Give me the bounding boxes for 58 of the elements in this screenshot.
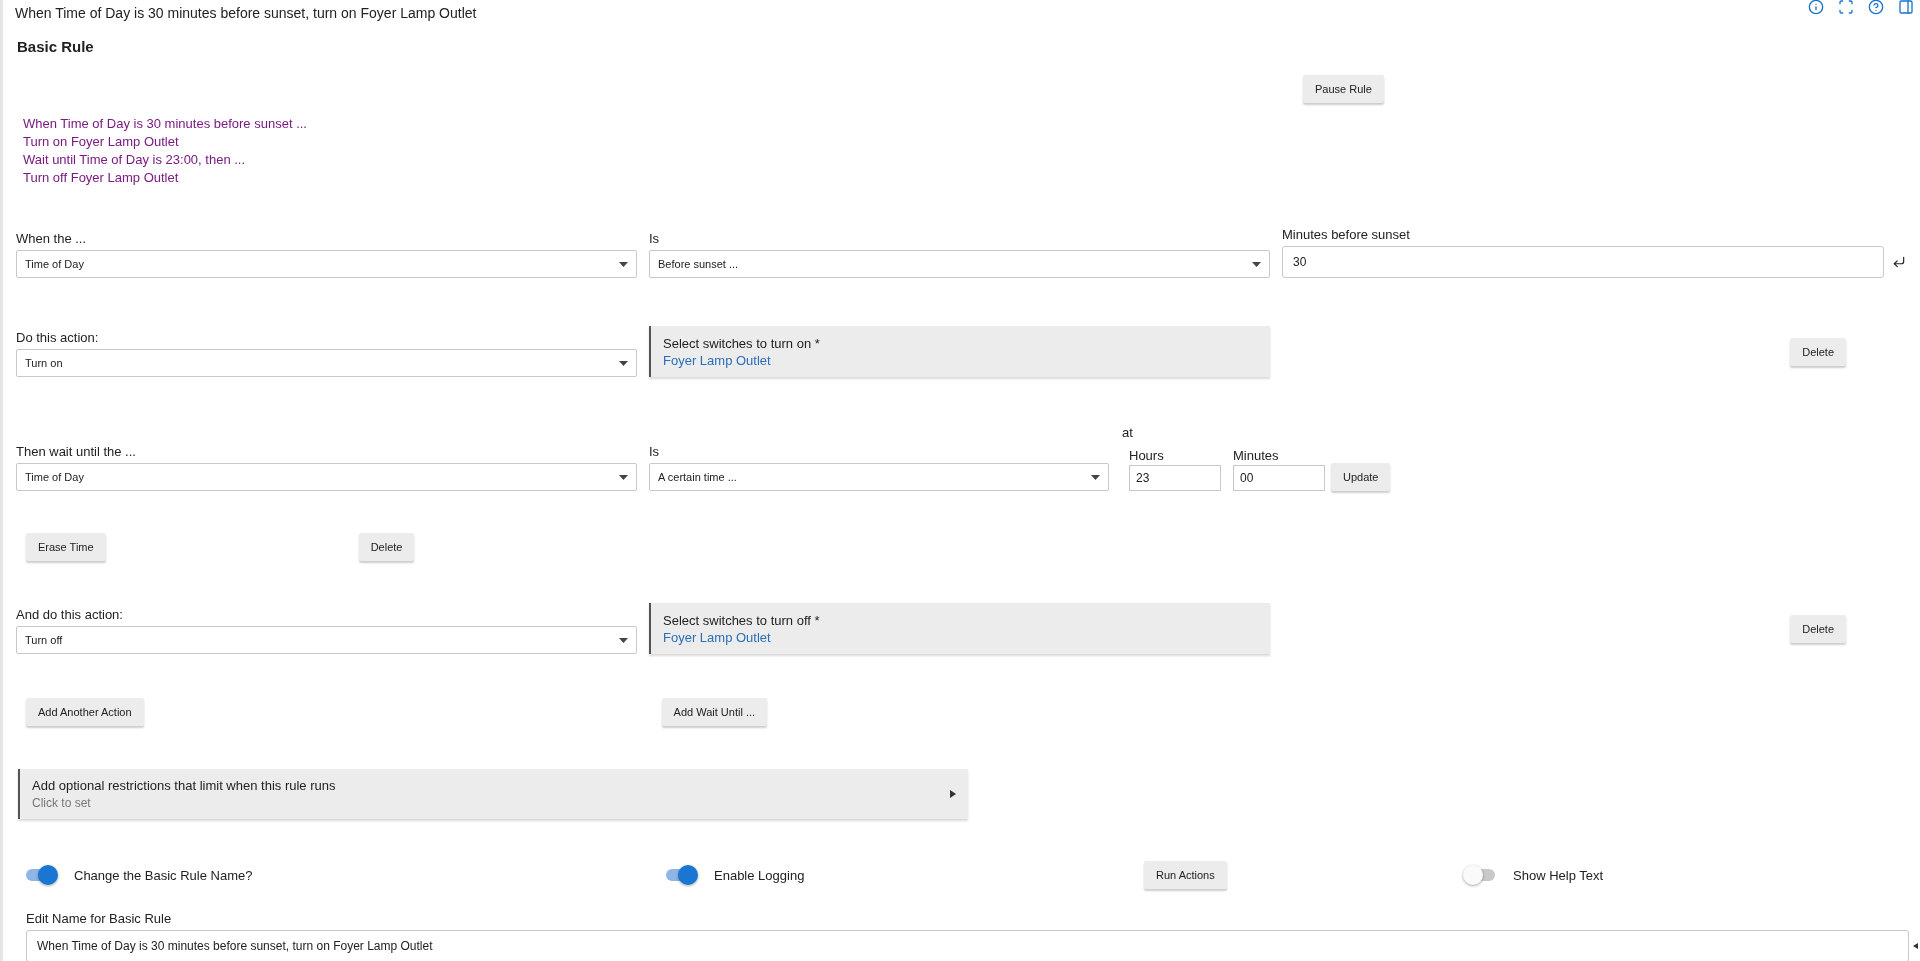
field-label: Then wait until the ... [16,444,137,459]
field-label: Edit Name for Basic Rule [26,911,173,926]
dropdown-caret-icon [1091,474,1100,480]
dropdown[interactable]: Time of Day [16,250,637,278]
panel-icon[interactable] [1898,0,1914,15]
device-link[interactable]: Foyer Lamp Outlet [663,630,1258,645]
delete-button[interactable]: Delete [358,533,415,561]
page-heading: Basic Rule [17,38,95,55]
rule-summary-line: Wait until Time of Day is 23:00, then ... [23,151,247,169]
help-icon[interactable] [1868,0,1884,15]
device-selector[interactable]: Select switches to turn off * Foyer Lamp Outlet [649,603,1270,654]
hours-label: Hours [1129,448,1165,463]
field-label: Is [649,444,661,459]
delete-button[interactable]: Delete [1790,614,1846,643]
toggle-label: Enable Logging [714,867,805,883]
minutes-label: Minutes [1233,448,1280,463]
delete-button[interactable]: Delete [1790,337,1846,366]
field-label: Minutes before sunset [1282,227,1411,242]
erase-time-button[interactable]: Erase Time [26,533,106,561]
window-title: When Time of Day is 30 minutes before sunset, turn on Foyer Lamp Outlet [15,5,477,21]
dropdown-caret-icon [619,637,628,643]
enter-icon [1892,255,1906,269]
device-selector[interactable]: Select switches to turn on * Foyer Lamp Outlet [649,326,1270,377]
dropdown-caret-icon [1252,261,1261,267]
field-label: And do this action: [16,607,124,622]
dropdown-caret-icon [619,261,628,267]
caret-left-icon [1913,943,1918,949]
add-action-button[interactable]: Add Another Action [26,698,144,726]
add-wait-button[interactable]: Add Wait Until ... [661,698,768,726]
rule-summary-line: Turn off Foyer Lamp Outlet [23,169,180,187]
at-label: at [1122,425,1134,440]
update-button[interactable]: Update [1331,463,1391,491]
dropdown-caret-icon [619,474,628,480]
restrictions-panel[interactable]: Add optional restrictions that limit when this rule runs Click to set [18,769,968,819]
toggle-label: Change the Basic Rule Name? [74,867,253,883]
field-label: Do this action: [16,330,100,345]
dropdown[interactable]: Time of Day [16,463,637,491]
run-actions-button[interactable]: Run Actions [1144,861,1227,889]
device-link[interactable]: Foyer Lamp Outlet [663,353,1258,368]
field-label: When the ... [16,231,88,246]
dropdown[interactable]: Before sunset ... [649,250,1270,278]
hours-input[interactable]: 23 [1129,465,1221,491]
dropdown[interactable]: A certain time ... [649,463,1109,491]
rule-summary-line: When Time of Day is 30 minutes before sunset ... [23,115,308,133]
restrictions-title: Add optional restrictions that limit when this rule runs [32,778,336,793]
minutes-input[interactable]: 00 [1233,465,1325,491]
dropdown[interactable]: Turn off [16,626,637,654]
restrictions-hint: Click to set [32,796,92,810]
minutes-input[interactable]: 30 [1282,246,1884,278]
dropdown-caret-icon [619,360,628,366]
toggle-label: Show Help Text [1513,867,1604,883]
field-label: Is [649,231,661,246]
rule-summary-line: Turn on Foyer Lamp Outlet [23,133,180,151]
rule-name-input[interactable]: When Time of Day is 30 minutes before sunset, turn on Foyer Lamp Outlet [26,930,1909,961]
pause-rule-button[interactable]: Pause Rule [1303,75,1384,103]
dropdown[interactable]: Turn on [16,349,637,377]
info-icon[interactable] [1808,0,1824,15]
fullscreen-icon[interactable] [1838,0,1854,15]
